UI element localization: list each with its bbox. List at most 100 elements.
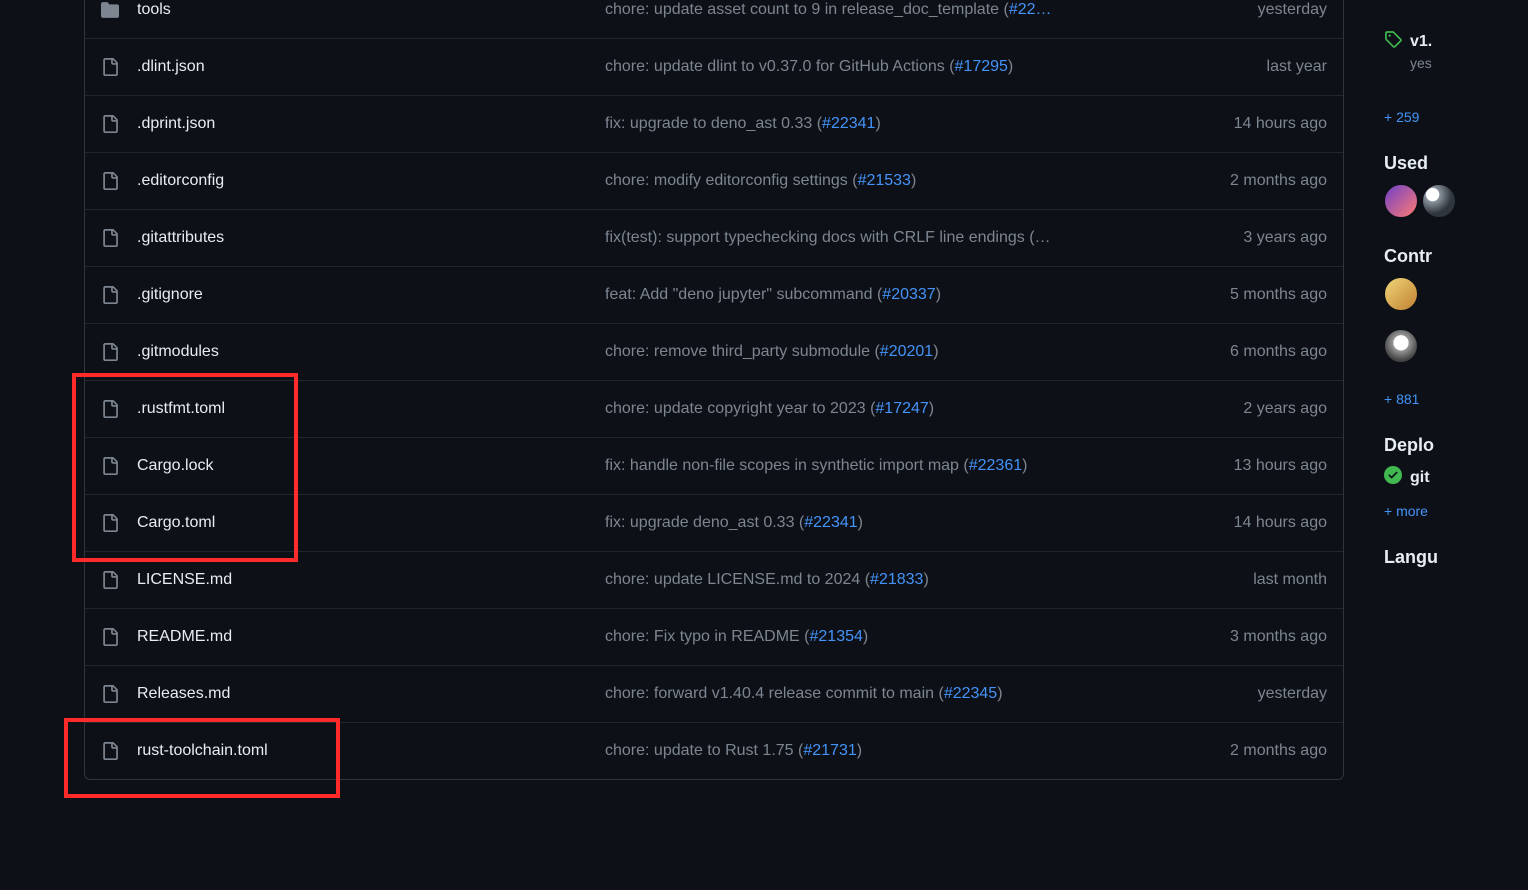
last-modified: 14 hours ago	[1187, 514, 1327, 532]
file-name-cell: LICENSE.md	[125, 571, 605, 589]
avatar[interactable]	[1384, 329, 1418, 363]
languages-heading: Langu	[1384, 547, 1528, 568]
file-icon	[101, 742, 125, 760]
issue-link[interactable]: #21533	[858, 172, 911, 189]
file-name-link[interactable]: .rustfmt.toml	[137, 400, 225, 417]
commit-message-cell: chore: update asset count to 9 in releas…	[605, 1, 1187, 19]
avatar[interactable]	[1384, 184, 1418, 218]
last-modified: 3 months ago	[1187, 628, 1327, 646]
issue-link[interactable]: #17295	[955, 58, 1008, 75]
file-name-link[interactable]: Releases.md	[137, 685, 230, 702]
contributor-avatars-2[interactable]	[1384, 329, 1528, 363]
contributors-more-link[interactable]: + 881	[1384, 391, 1419, 407]
file-name-link[interactable]: tools	[137, 1, 171, 18]
file-name-link[interactable]: Cargo.lock	[137, 457, 213, 474]
file-name-link[interactable]: .gitmodules	[137, 343, 219, 360]
deployments-more-link[interactable]: + more	[1384, 503, 1428, 519]
contributors-section: Contr + 881	[1384, 246, 1528, 407]
file-row: .dprint.json fix: upgrade to deno_ast 0.3…	[85, 95, 1343, 152]
file-icon	[101, 457, 125, 475]
avatar[interactable]	[1422, 184, 1456, 218]
deployments-heading: Deplo	[1384, 435, 1528, 456]
last-modified: 2 months ago	[1187, 742, 1327, 760]
file-icon	[101, 286, 125, 304]
latest-release[interactable]: v1.	[1384, 30, 1528, 53]
file-icon	[101, 628, 125, 646]
file-row: .rustfmt.toml chore: update copyright yea…	[85, 380, 1343, 437]
commit-message-link[interactable]: chore: update copyright year to 2023 (	[605, 400, 875, 417]
issue-link[interactable]: #21354	[810, 628, 863, 645]
file-name-link[interactable]: Cargo.toml	[137, 514, 215, 531]
last-modified: 2 months ago	[1187, 172, 1327, 190]
commit-message-link[interactable]: chore: update dlint to v0.37.0 for GitHu…	[605, 58, 955, 75]
commit-message-cell: fix: upgrade deno_ast 0.33 (#22341)	[605, 514, 1187, 532]
file-name-cell: .rustfmt.toml	[125, 400, 605, 418]
issue-link[interactable]: #21833	[870, 571, 923, 588]
file-row: .gitignore feat: Add "deno jupyter" subco…	[85, 266, 1343, 323]
commit-message-cell: chore: update copyright year to 2023 (#1…	[605, 400, 1187, 418]
commit-message-link[interactable]: fix: handle non-file scopes in synthetic…	[605, 457, 969, 474]
file-icon	[101, 514, 125, 532]
file-name-link[interactable]: rust-toolchain.toml	[137, 742, 268, 759]
contributors-heading: Contr	[1384, 246, 1528, 267]
commit-message-link[interactable]: feat: Add "deno jupyter" subcommand (	[605, 286, 882, 303]
commit-message-link[interactable]: chore: update asset count to 9 in releas…	[605, 1, 1009, 18]
file-name-link[interactable]: .dprint.json	[137, 115, 215, 132]
file-name-cell: Cargo.toml	[125, 514, 605, 532]
commit-suffix: )	[997, 685, 1002, 702]
commit-message-link[interactable]: fix: upgrade to deno_ast 0.33 (	[605, 115, 822, 132]
issue-link[interactable]: #17247	[875, 400, 928, 417]
release-time: yes	[1410, 55, 1528, 71]
file-name-link[interactable]: .gitattributes	[137, 229, 224, 246]
commit-message-link[interactable]: fix: upgrade deno_ast 0.33 (	[605, 514, 804, 531]
used-by-avatars[interactable]	[1384, 184, 1528, 218]
commit-message-link[interactable]: chore: modify editorconfig settings (	[605, 172, 858, 189]
file-row: LICENSE.md chore: update LICENSE.md to 20…	[85, 551, 1343, 608]
issue-link[interactable]: #22341	[804, 514, 857, 531]
file-name-cell: Cargo.lock	[125, 457, 605, 475]
used-by-heading: Used	[1384, 153, 1528, 174]
release-tag-name: v1.	[1410, 33, 1432, 51]
issue-link[interactable]: #20337	[882, 286, 935, 303]
avatar[interactable]	[1384, 277, 1418, 311]
last-modified: 2 years ago	[1187, 400, 1327, 418]
commit-suffix: )	[863, 628, 868, 645]
file-name-link[interactable]: LICENSE.md	[137, 571, 232, 588]
issue-link[interactable]: #22345	[944, 685, 997, 702]
file-name-link[interactable]: .gitignore	[137, 286, 203, 303]
deployment-env[interactable]: git	[1384, 466, 1528, 489]
commit-message-cell: chore: update LICENSE.md to 2024 (#21833…	[605, 571, 1187, 589]
commit-message-link[interactable]: chore: forward v1.40.4 release commit to…	[605, 685, 944, 702]
issue-link[interactable]: #21731	[803, 742, 856, 759]
check-circle-icon	[1384, 466, 1402, 489]
last-modified: 6 months ago	[1187, 343, 1327, 361]
commit-message-link[interactable]: chore: Fix typo in README (	[605, 628, 810, 645]
file-listing-table: tools chore: update asset count to 9 in r…	[84, 0, 1344, 780]
file-row: .editorconfig chore: modify editorconfig …	[85, 152, 1343, 209]
commit-suffix: )	[936, 286, 941, 303]
commit-message-link[interactable]: chore: update LICENSE.md to 2024 (	[605, 571, 870, 588]
folder-icon	[101, 1, 125, 19]
commit-message-cell: chore: modify editorconfig settings (#21…	[605, 172, 1187, 190]
commit-message-cell: fix: upgrade to deno_ast 0.33 (#22341)	[605, 115, 1187, 133]
commit-message-cell: feat: Add "deno jupyter" subcommand (#20…	[605, 286, 1187, 304]
releases-more-link[interactable]: + 259	[1384, 109, 1419, 125]
commit-message-link[interactable]: chore: update to Rust 1.75 (	[605, 742, 803, 759]
file-icon	[101, 343, 125, 361]
commit-message-cell: chore: forward v1.40.4 release commit to…	[605, 685, 1187, 703]
deployment-env-name: git	[1410, 469, 1430, 487]
last-modified: 3 years ago	[1187, 229, 1327, 247]
contributor-avatars[interactable]	[1384, 277, 1528, 311]
file-name-link[interactable]: .editorconfig	[137, 172, 224, 189]
issue-link[interactable]: #22…	[1009, 1, 1052, 18]
issue-link[interactable]: #22361	[969, 457, 1022, 474]
commit-message-cell: fix(test): support typechecking docs wit…	[605, 229, 1187, 247]
issue-link[interactable]: #22341	[822, 115, 875, 132]
file-row: rust-toolchain.toml chore: update to Rust…	[85, 722, 1343, 779]
commit-suffix: )	[857, 742, 862, 759]
issue-link[interactable]: #20201	[880, 343, 933, 360]
file-name-link[interactable]: .dlint.json	[137, 58, 205, 75]
commit-message-link[interactable]: fix(test): support typechecking docs wit…	[605, 229, 1051, 246]
commit-message-link[interactable]: chore: remove third_party submodule (	[605, 343, 880, 360]
file-name-link[interactable]: README.md	[137, 628, 232, 645]
